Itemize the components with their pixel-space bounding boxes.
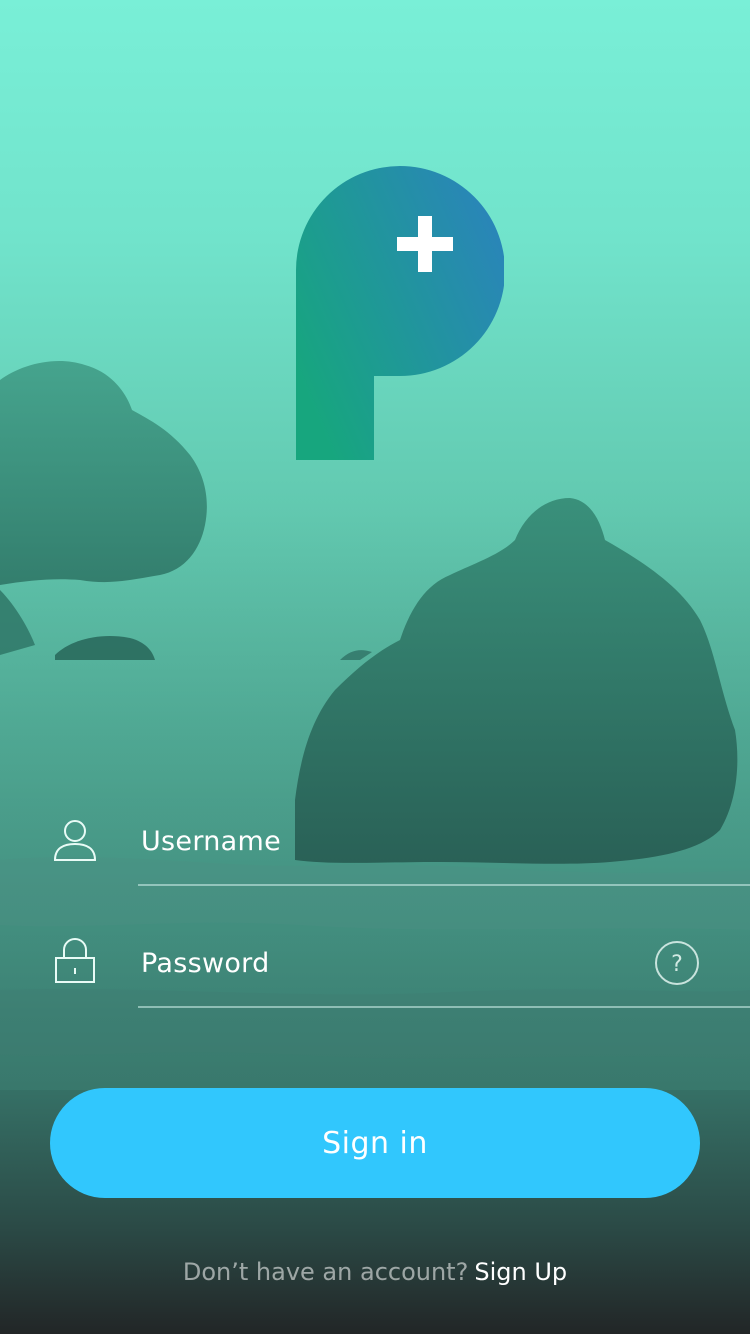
no-account-text: Don’t have an account? [182,1258,469,1286]
help-icon[interactable]: ? [654,940,700,986]
lock-icon [55,938,95,983]
user-icon [53,820,97,861]
sign-in-label: Sign in [322,1125,428,1161]
username-underline [138,884,750,886]
sign-up-link[interactable]: Sign Up [474,1258,567,1286]
username-field[interactable]: Username [141,826,281,857]
password-underline [138,1006,750,1008]
help-icon-glyph: ? [671,952,683,977]
password-field[interactable]: Password [141,948,270,979]
p-plus-logo [296,166,504,460]
signup-prompt: Don’t have an account? Sign Up [0,1258,750,1286]
login-screen: Username Password ? Sign in Don’t have a… [0,0,750,1334]
sign-in-button[interactable]: Sign in [50,1088,700,1198]
